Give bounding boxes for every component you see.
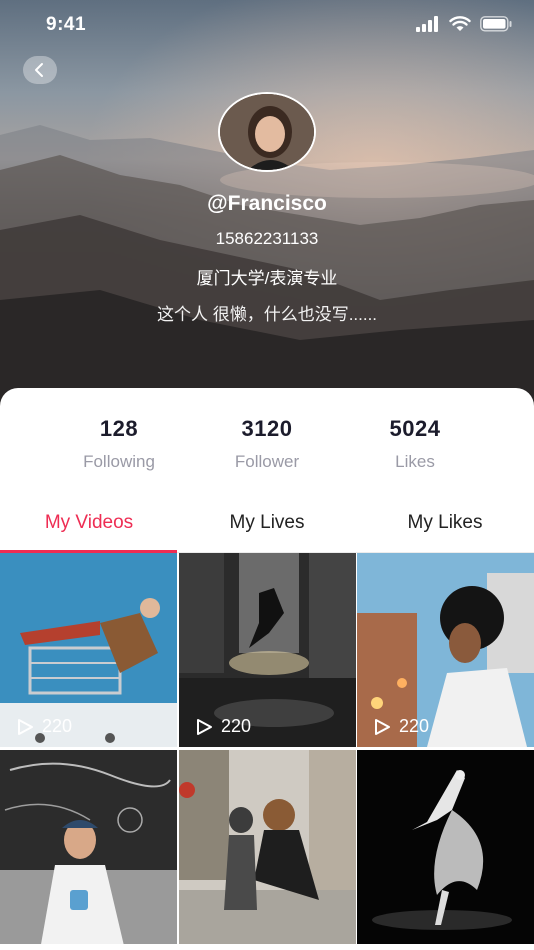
stat-label: Likes <box>395 452 435 471</box>
view-count: 220 <box>16 716 72 737</box>
play-icon <box>375 718 390 735</box>
tab-my-lives[interactable]: My Lives <box>178 512 356 534</box>
stat-value: 128 <box>99 416 139 441</box>
stat-likes[interactable]: 5024 Likes <box>345 416 485 472</box>
stat-follower[interactable]: 3120 Follower <box>197 416 337 472</box>
username: @Francisco <box>207 192 327 215</box>
avatar[interactable] <box>218 92 316 172</box>
status-bar: 9:41 <box>0 0 534 50</box>
view-count-value: 220 <box>399 716 430 736</box>
phone-number: 15862231133 <box>215 229 319 248</box>
tab-my-videos[interactable]: My Videos <box>0 512 178 534</box>
video-thumbnail[interactable]: 220 <box>357 553 534 747</box>
view-count-value: 220 <box>42 716 73 736</box>
view-count: 220 <box>373 716 429 737</box>
status-time: 9:41 <box>46 14 87 35</box>
stat-label: Following <box>83 452 155 471</box>
view-count-value: 220 <box>221 716 252 736</box>
stat-following[interactable]: 128 Following <box>49 416 189 472</box>
chevron-left-icon <box>35 63 43 77</box>
video-thumbnail[interactable] <box>179 750 356 944</box>
video-thumbnail[interactable] <box>0 750 177 944</box>
play-icon <box>197 718 212 735</box>
video-image <box>179 750 356 944</box>
video-image <box>0 750 177 944</box>
battery-icon <box>480 16 512 32</box>
stats-row: 128 Following 3120 Follower 5024 Likes <box>0 416 534 476</box>
tab-my-likes[interactable]: My Likes <box>356 512 534 534</box>
view-count: 220 <box>195 716 251 737</box>
play-icon <box>18 718 33 735</box>
content-tabs: My Videos My Lives My Likes <box>0 500 534 553</box>
stat-label: Follower <box>234 452 300 471</box>
back-button[interactable] <box>23 56 57 84</box>
stat-value: 3120 <box>241 416 293 441</box>
video-thumbnail[interactable]: 220 <box>179 553 356 747</box>
video-thumbnail[interactable]: 220 <box>0 553 177 747</box>
school-major: 厦门大学/表演专业 <box>196 269 338 288</box>
profile-screen: 9:41 @Francisco 15862231133 厦门大学/表演专业 这个… <box>0 0 534 950</box>
bio-text: 这个人 很懒，什么也没写...... <box>156 305 378 324</box>
video-thumbnail[interactable] <box>357 750 534 944</box>
stat-value: 5024 <box>389 416 441 441</box>
signal-icon <box>416 16 438 32</box>
avatar-photo <box>220 94 314 170</box>
wifi-icon <box>449 16 471 31</box>
video-image <box>357 750 534 944</box>
video-grid: 220 220 220 <box>0 553 534 950</box>
